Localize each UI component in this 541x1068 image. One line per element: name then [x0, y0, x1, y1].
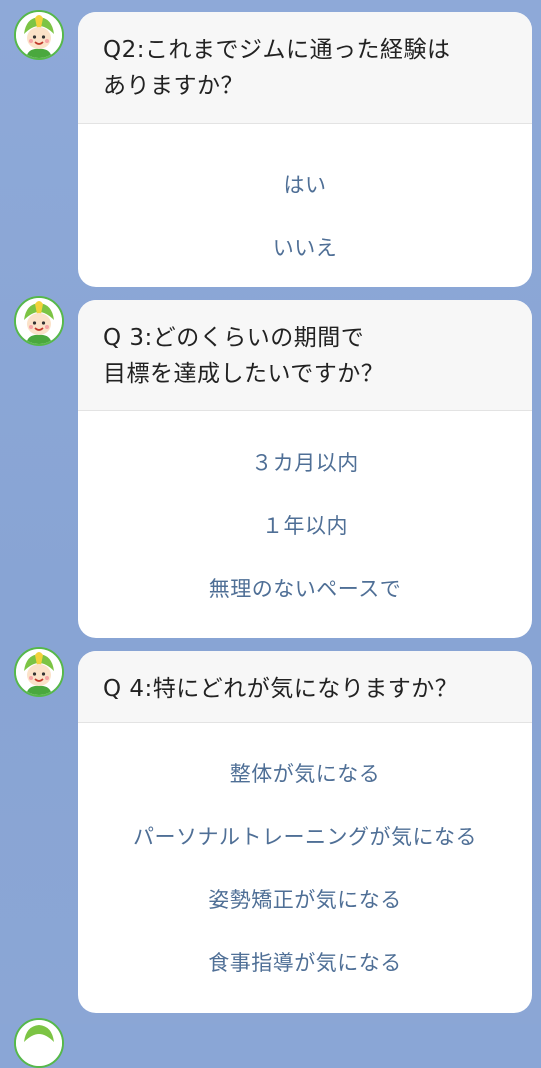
option-button[interactable]: パーソナルトレーニングが気になる: [78, 806, 532, 869]
question-card-q4: Q 4:特にどれが気になりますか？ 整体が気になる パーソナルトレーニングが気に…: [78, 651, 532, 1013]
mascot-avatar-icon[interactable]: [14, 10, 64, 60]
question-title: Q 4:特にどれが気になりますか？: [78, 651, 532, 723]
mascot-avatar-icon[interactable]: [14, 1018, 64, 1068]
option-button[interactable]: 姿勢矯正が気になる: [78, 869, 532, 932]
mascot-avatar-icon[interactable]: [14, 296, 64, 346]
option-button[interactable]: 食事指導が気になる: [78, 932, 532, 995]
option-button[interactable]: １年以内: [78, 495, 532, 558]
option-button[interactable]: ３カ月以内: [78, 432, 532, 495]
question-title: Q2:これまでジムに通った経験は ありますか？: [78, 12, 532, 124]
question-title: Q 3:どのくらいの期間で 目標を達成したいですか？: [78, 300, 532, 411]
option-button[interactable]: 整体が気になる: [78, 743, 532, 806]
question-card-q3: Q 3:どのくらいの期間で 目標を達成したいですか？ ３カ月以内 １年以内 無理…: [78, 300, 532, 638]
option-button[interactable]: いいえ: [78, 217, 532, 280]
options-list: 整体が気になる パーソナルトレーニングが気になる 姿勢矯正が気になる 食事指導が…: [78, 723, 532, 995]
chat-area: Q2:これまでジムに通った経験は ありますか？ はい いいえ Q 3:どのくらい…: [0, 0, 541, 1068]
option-button[interactable]: 無理のないペースで: [78, 558, 532, 621]
question-card-q2: Q2:これまでジムに通った経験は ありますか？ はい いいえ: [78, 12, 532, 287]
options-list: はい いいえ: [78, 124, 532, 280]
options-list: ３カ月以内 １年以内 無理のないペースで: [78, 411, 532, 621]
option-button[interactable]: はい: [78, 154, 532, 217]
mascot-avatar-icon[interactable]: [14, 647, 64, 697]
